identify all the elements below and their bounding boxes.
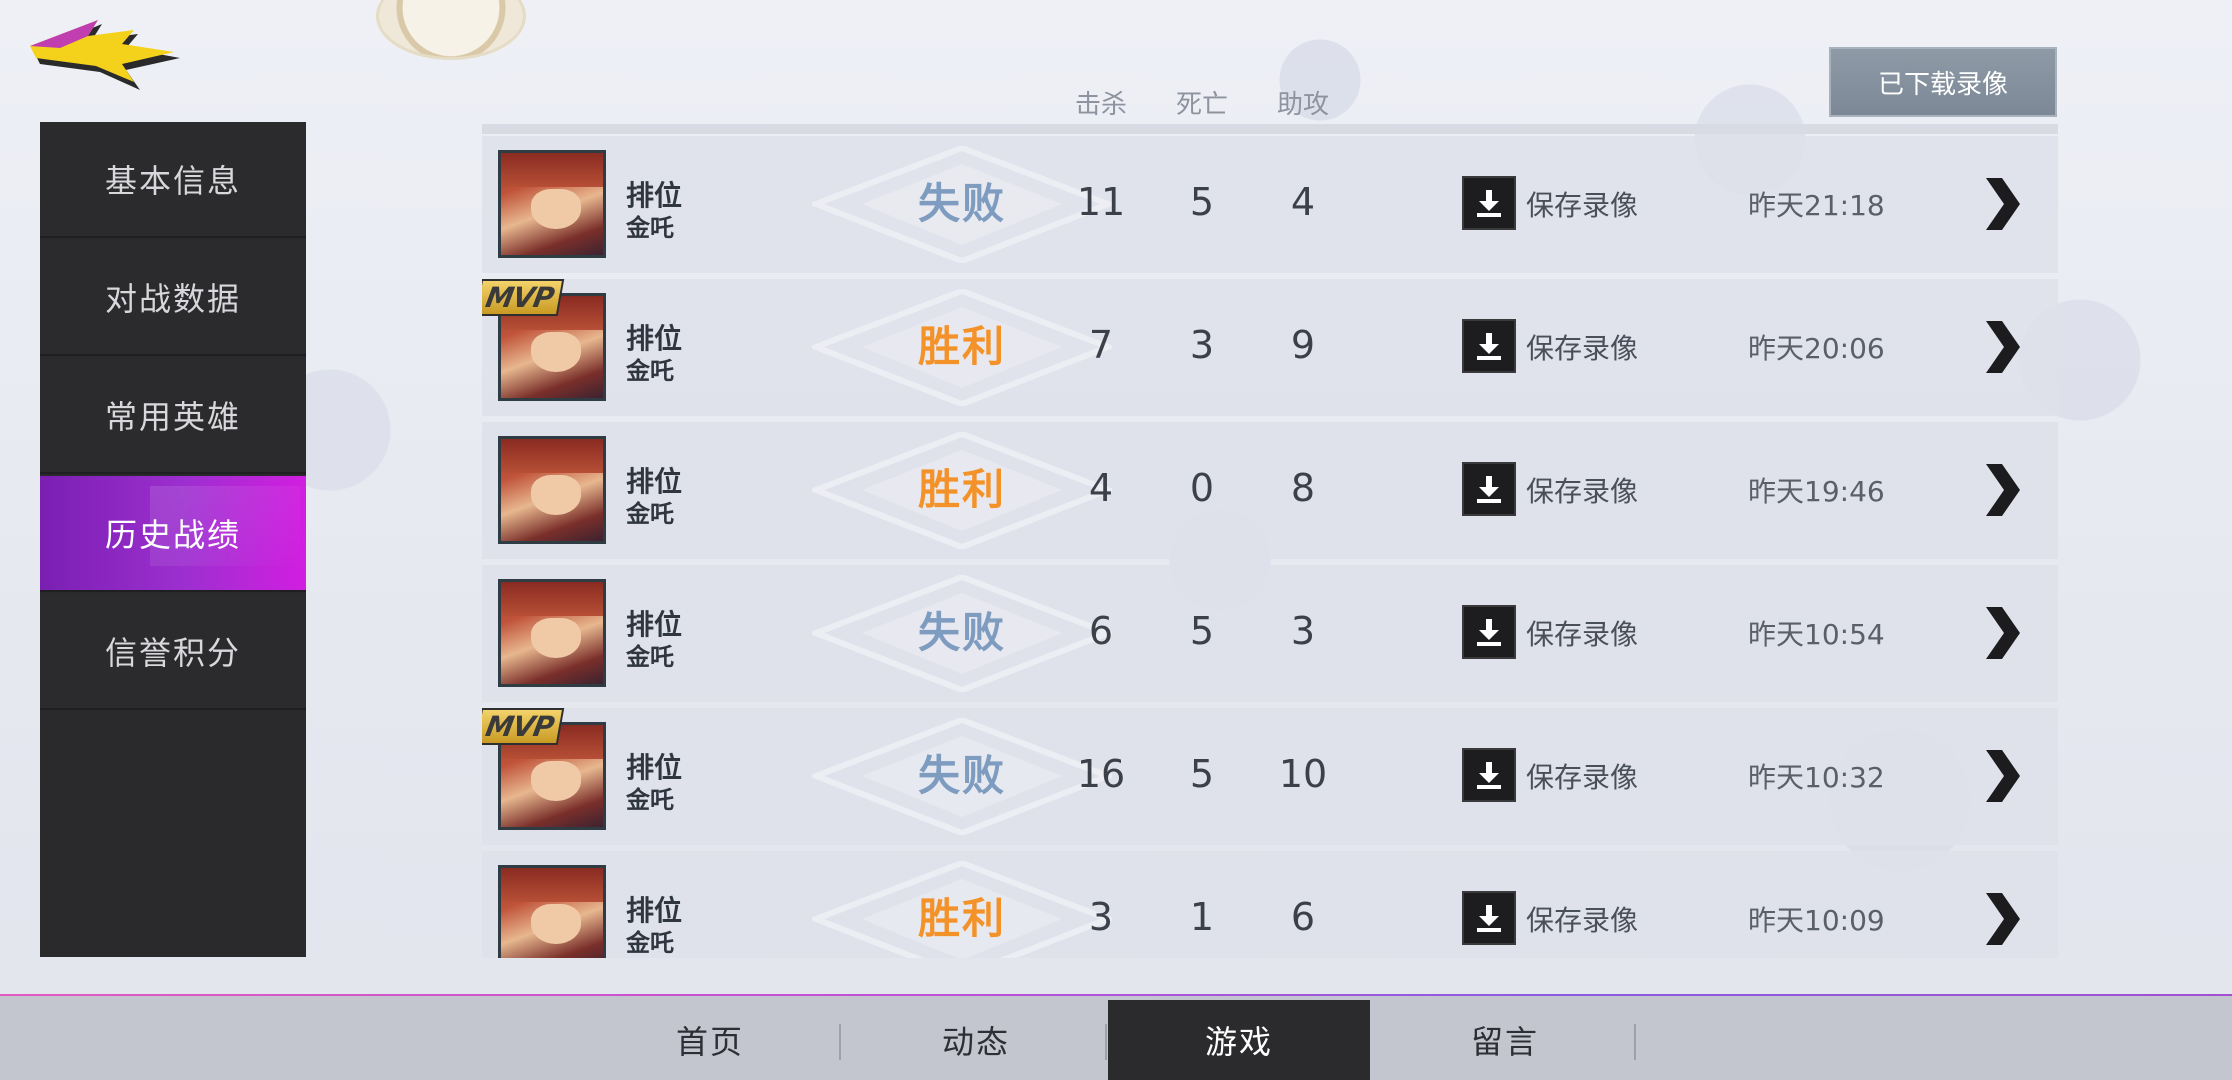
match-row[interactable]: 排位 金吒 失败 6 5 3 保存录像 昨天10:54	[482, 565, 2058, 702]
match-time: 昨天21:18	[1748, 189, 1885, 222]
hero-portrait	[498, 436, 606, 544]
back-arrow-icon[interactable]	[30, 18, 190, 98]
chevron-right-icon[interactable]	[1982, 891, 2022, 947]
match-row[interactable]: 排位 金吒 胜利 4 0 8 保存录像 昨天19:46	[482, 422, 2058, 559]
hero-name: 金吒	[626, 786, 674, 814]
assists-value: 10	[1278, 752, 1328, 796]
column-header-kills: 击杀	[1074, 90, 1127, 120]
hero-name: 金吒	[626, 500, 674, 528]
mvp-badge: MVP	[482, 279, 565, 316]
save-replay-button[interactable]: 保存录像	[1526, 327, 1638, 367]
downloaded-replays-button[interactable]: 已下载录像	[1829, 47, 2057, 117]
assists-value: 9	[1290, 323, 1316, 367]
hero-portrait	[498, 150, 606, 258]
hero-portrait	[498, 579, 606, 687]
divider	[482, 124, 2058, 134]
match-result: 失败	[917, 179, 1006, 228]
hero-name: 金吒	[626, 643, 674, 671]
match-row[interactable]: MVP 排位 金吒 失败 16 5 10 保存录像 昨天10:32	[482, 708, 2058, 845]
assists-value: 4	[1290, 180, 1316, 224]
save-replay-button[interactable]: 保存录像	[1526, 470, 1638, 510]
sidebar-item-label: 常用英雄	[104, 398, 241, 436]
sidebar-item-credit-score[interactable]: 信誉积分	[40, 594, 306, 710]
deaths-value: 0	[1189, 466, 1215, 510]
sidebar-item-label: 历史战绩	[104, 516, 241, 554]
match-result: 失败	[917, 751, 1006, 800]
match-row[interactable]: 排位 金吒 失败 11 5 4 保存录像 昨天21:18	[482, 136, 2058, 273]
hero-name: 金吒	[626, 929, 674, 957]
download-icon[interactable]	[1462, 748, 1516, 802]
match-time: 昨天20:06	[1748, 332, 1885, 365]
match-result: 胜利	[917, 894, 1006, 943]
deaths-value: 1	[1189, 895, 1215, 939]
sidebar-item-label: 基本信息	[104, 162, 241, 200]
match-history-list[interactable]: 排位 金吒 失败 11 5 4 保存录像 昨天21:18 MVP 排位 金吒 胜…	[482, 136, 2058, 958]
chevron-right-icon[interactable]	[1982, 748, 2022, 804]
match-time: 昨天10:54	[1748, 618, 1885, 651]
match-time: 昨天10:09	[1748, 904, 1885, 937]
divider	[1105, 1024, 1107, 1060]
chevron-right-icon[interactable]	[1982, 462, 2022, 518]
assists-value: 8	[1290, 466, 1316, 510]
match-row[interactable]: 排位 金吒 胜利 3 1 6 保存录像 昨天10:09	[482, 851, 2058, 958]
download-icon[interactable]	[1462, 891, 1516, 945]
hero-name: 金吒	[626, 357, 674, 385]
kills-value: 3	[1088, 895, 1114, 939]
tab-feed[interactable]: 动态	[845, 1000, 1107, 1080]
save-replay-button[interactable]: 保存录像	[1526, 184, 1638, 224]
sidebar-item-match-history[interactable]: 历史战绩	[40, 476, 306, 592]
deaths-value: 5	[1189, 180, 1215, 224]
kills-value: 4	[1088, 466, 1114, 510]
mvp-badge: MVP	[482, 708, 565, 745]
kills-value: 7	[1088, 323, 1114, 367]
chevron-right-icon[interactable]	[1982, 319, 2022, 375]
sidebar-item-common-heroes[interactable]: 常用英雄	[40, 358, 306, 474]
match-row[interactable]: MVP 排位 金吒 胜利 7 3 9 保存录像 昨天20:06	[482, 279, 2058, 416]
chevron-right-icon[interactable]	[1982, 176, 2022, 232]
tab-home[interactable]: 首页	[579, 1000, 841, 1080]
download-icon[interactable]	[1462, 319, 1516, 373]
sidebar-item-label: 对战数据	[104, 280, 241, 318]
tab-messages[interactable]: 留言	[1374, 1000, 1636, 1080]
deaths-value: 5	[1189, 752, 1215, 796]
sidebar: 基本信息 对战数据 常用英雄 历史战绩 信誉积分	[40, 122, 306, 957]
match-result: 胜利	[917, 322, 1006, 371]
match-time: 昨天10:32	[1748, 761, 1885, 794]
hero-portrait	[498, 865, 606, 958]
match-result: 失败	[917, 608, 1006, 657]
download-icon[interactable]	[1462, 176, 1516, 230]
assists-value: 6	[1290, 895, 1316, 939]
column-header-deaths: 死亡	[1175, 90, 1228, 120]
save-replay-button[interactable]: 保存录像	[1526, 899, 1638, 939]
divider	[839, 1024, 841, 1060]
match-time: 昨天19:46	[1748, 475, 1885, 508]
kills-value: 11	[1076, 180, 1126, 224]
deaths-value: 3	[1189, 323, 1215, 367]
sidebar-item-label: 信誉积分	[104, 634, 241, 672]
hero-name: 金吒	[626, 214, 674, 242]
divider	[1634, 1024, 1636, 1060]
deaths-value: 5	[1189, 609, 1215, 653]
download-icon[interactable]	[1462, 462, 1516, 516]
save-replay-button[interactable]: 保存录像	[1526, 756, 1638, 796]
sidebar-item-basic-info[interactable]: 基本信息	[40, 122, 306, 238]
tab-game[interactable]: 游戏	[1108, 1000, 1370, 1080]
kills-value: 6	[1088, 609, 1114, 653]
assists-value: 3	[1290, 609, 1316, 653]
kills-value: 16	[1076, 752, 1126, 796]
match-result: 胜利	[917, 465, 1006, 514]
download-icon[interactable]	[1462, 605, 1516, 659]
column-header-assists: 助攻	[1276, 90, 1329, 120]
chevron-right-icon[interactable]	[1982, 605, 2022, 661]
save-replay-button[interactable]: 保存录像	[1526, 613, 1638, 653]
sidebar-item-battle-data[interactable]: 对战数据	[40, 240, 306, 356]
